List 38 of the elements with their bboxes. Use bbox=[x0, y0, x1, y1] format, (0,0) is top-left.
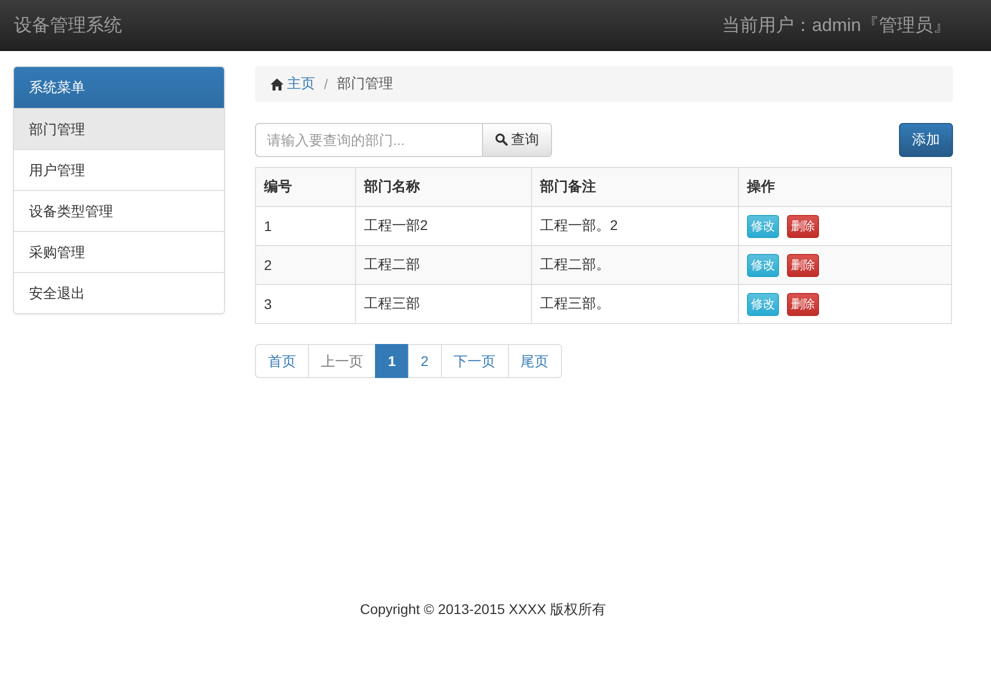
sidebar-item[interactable]: 采购管理 bbox=[14, 231, 224, 272]
page-link[interactable]: 2 bbox=[408, 344, 442, 378]
page-link[interactable]: 1 bbox=[375, 344, 409, 378]
sidebar-item[interactable]: 设备类型管理 bbox=[14, 190, 224, 231]
edit-button[interactable]: 修改 bbox=[747, 214, 779, 238]
search-button[interactable]: 查询 bbox=[483, 122, 552, 156]
table-cell: 3 bbox=[256, 284, 356, 324]
app-title[interactable]: 设备管理系统 bbox=[14, 13, 122, 37]
table-cell: 工程三部 bbox=[356, 284, 532, 324]
column-header: 部门备注 bbox=[532, 168, 738, 206]
column-header: 编号 bbox=[256, 168, 356, 206]
current-user-text: 当前用户：admin『管理员』 bbox=[722, 14, 951, 37]
breadcrumb-separator: / bbox=[324, 76, 328, 92]
sidebar-title: 系统菜单 bbox=[14, 67, 224, 108]
delete-button[interactable]: 删除 bbox=[787, 214, 819, 238]
page-link[interactable]: 尾页 bbox=[508, 344, 562, 378]
search-icon bbox=[495, 133, 508, 146]
sidebar-item[interactable]: 安全退出 bbox=[14, 272, 224, 313]
breadcrumb-current: 部门管理 bbox=[336, 75, 393, 93]
search-field[interactable]: 请输入要查询的部门... bbox=[255, 122, 483, 156]
delete-button[interactable]: 删除 bbox=[787, 254, 819, 276]
table-cell: 工程三部。 bbox=[532, 284, 738, 324]
edit-button[interactable]: 修改 bbox=[747, 292, 779, 316]
sidebar-item[interactable]: 用户管理 bbox=[14, 149, 224, 190]
table-cell: 工程二部 bbox=[356, 246, 532, 284]
delete-button[interactable]: 删除 bbox=[787, 292, 819, 316]
table-cell: 2 bbox=[256, 246, 356, 284]
table-cell: 工程二部。 bbox=[532, 246, 738, 284]
add-button[interactable]: 添加 bbox=[899, 122, 953, 156]
edit-button[interactable]: 修改 bbox=[747, 254, 779, 276]
home-icon bbox=[270, 78, 284, 90]
column-header: 部门名称 bbox=[356, 168, 532, 206]
sidebar-item[interactable]: 部门管理 bbox=[14, 108, 224, 149]
page-link[interactable]: 首页 bbox=[255, 344, 309, 378]
breadcrumb-link[interactable]: 主页 bbox=[287, 75, 315, 93]
column-header: 操作 bbox=[738, 168, 952, 206]
copyright-text: Copyright © 2013-2015 XXXX 版权所有 bbox=[358, 601, 608, 619]
page-link[interactable]: 下一页 bbox=[440, 344, 509, 378]
